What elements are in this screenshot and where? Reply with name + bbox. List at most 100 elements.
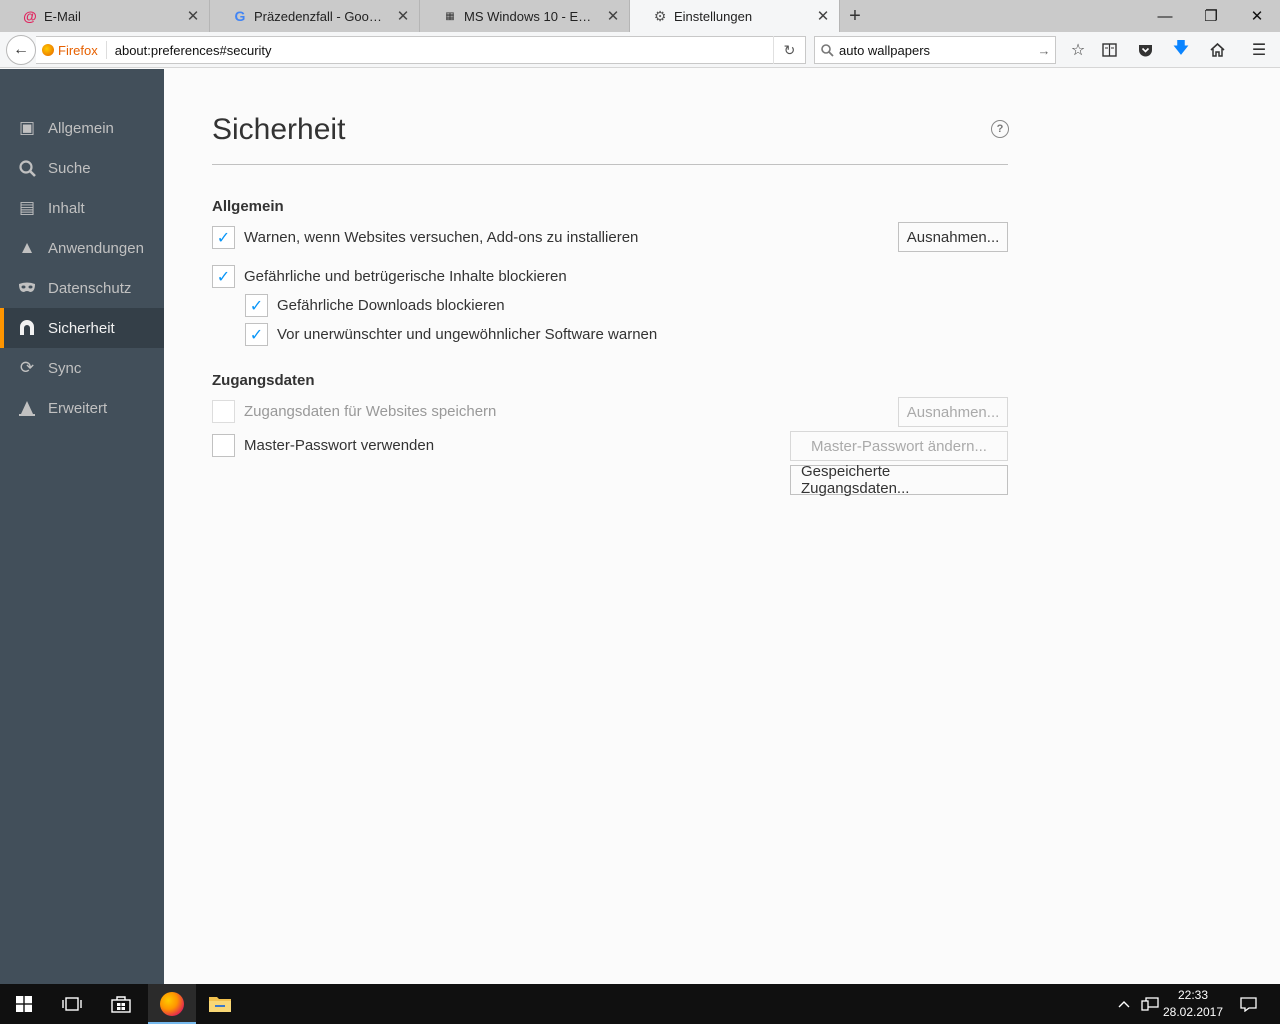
home-icon[interactable] [1205,38,1229,62]
preferences-sidebar: ▣ Allgemein Suche ▤ Inhalt ▲ Anwendungen… [0,69,164,984]
identity-label: Firefox [58,42,98,58]
sync-icon: ⟳ [19,358,35,377]
minimize-icon[interactable]: — [1142,0,1188,32]
logins-exceptions-button[interactable]: Ausnahmen... [898,397,1008,427]
close-icon[interactable]: ✕ [185,8,201,25]
close-icon[interactable]: ✕ [605,8,621,25]
sidebar-item-label: Suche [48,159,91,177]
windows-logo-icon [16,996,32,1012]
security-icon [0,320,48,336]
close-window-icon[interactable]: ✕ [1234,0,1280,32]
menu-icon[interactable]: ☰ [1247,38,1271,62]
sidebar-item-anwendungen[interactable]: ▲ Anwendungen [0,228,164,268]
new-tab-button[interactable]: + [840,0,870,32]
bookmark-star-icon[interactable]: ☆ [1066,38,1090,62]
tab-einstellungen[interactable]: ⚙ Einstellungen ✕ [630,0,840,32]
warn-software-row[interactable]: ✓ Vor unerwünschter und ungewöhnlicher S… [245,323,657,346]
applications-icon: ▲ [18,238,36,257]
tab-label: Präzedenzfall - Google-Su... [254,8,387,24]
search-input[interactable]: auto wallpapers [839,43,1033,58]
google-icon: G [234,8,246,24]
close-icon[interactable]: ✕ [815,8,831,25]
warn-addons-checkbox[interactable]: ✓ [212,226,235,249]
search-bar[interactable]: auto wallpapers → [814,36,1056,64]
url-input[interactable]: about:preferences#security [107,43,773,58]
store-icon [111,996,131,1013]
tab-label: MS Windows 10 - Es geht l... [464,8,597,24]
sidebar-item-label: Sync [48,359,82,377]
navigation-bar: ← Firefox about:preferences#security ↻ a… [0,32,1280,68]
gear-icon: ⚙ [653,7,667,24]
block-downloads-checkbox[interactable]: ✓ [245,294,268,317]
master-password-row[interactable]: Master-Passwort verwenden [212,434,434,457]
section-title-general: Allgemein [212,198,284,215]
sidebar-item-sync[interactable]: ⟳ Sync [0,348,164,388]
download-icon[interactable]: 🡇 [1169,38,1193,62]
advanced-icon [0,400,48,417]
tab-windows10[interactable]: ▦ MS Windows 10 - Es geht l... ✕ [420,0,630,32]
sidebar-item-label: Datenschutz [48,279,132,297]
task-view-button[interactable] [48,984,96,1024]
warn-software-checkbox[interactable]: ✓ [245,323,268,346]
general-icon: ▣ [18,118,36,137]
reading-list-icon[interactable] [1097,38,1121,62]
master-password-checkbox[interactable] [212,434,235,457]
saved-logins-button[interactable]: Gespeicherte Zugangsdaten... [790,463,1008,497]
sidebar-item-allgemein[interactable]: ▣ Allgemein [0,108,164,148]
firefox-icon [160,992,184,1016]
action-center-icon[interactable] [1234,984,1262,1024]
block-dangerous-checkbox[interactable]: ✓ [212,265,235,288]
checkbox-label: Warnen, wenn Websites versuchen, Add-ons… [244,229,639,246]
identity-box[interactable]: Firefox [36,41,107,59]
tab-label: Einstellungen [674,8,753,24]
sidebar-item-label: Allgemein [48,119,114,137]
close-icon[interactable]: ✕ [395,8,411,25]
task-view-icon [62,997,82,1011]
warn-addons-row[interactable]: ✓ Warnen, wenn Websites versuchen, Add-o… [212,226,638,249]
tab-google[interactable]: G Präzedenzfall - Google-Su... ✕ [210,0,420,32]
checkbox-label: Gefährliche Downloads blockieren [277,297,505,314]
sidebar-item-label: Sicherheit [48,319,115,337]
sidebar-item-erweitert[interactable]: Erweitert [0,388,164,428]
sidebar-item-inhalt[interactable]: ▤ Inhalt [0,188,164,228]
pocket-icon[interactable] [1133,38,1157,62]
store-button[interactable] [97,984,145,1024]
start-button[interactable] [0,984,48,1024]
sidebar-item-datenschutz[interactable]: Datenschutz [0,268,164,308]
checkbox-label: Master-Passwort verwenden [244,437,435,454]
sidebar-item-sicherheit[interactable]: Sicherheit [0,308,164,348]
checkbox-label: Zugangsdaten für Websites speichern [244,403,497,420]
arrow-right-icon[interactable]: → [1033,43,1055,58]
sidebar-item-suche[interactable]: Suche [0,148,164,188]
clock-date: 28.02.2017 [1162,1005,1224,1019]
tab-strip: @ E-Mail ✕ G Präzedenzfall - Google-Su..… [0,0,1280,32]
save-logins-checkbox[interactable] [212,400,235,423]
divider [212,164,1008,165]
firefox-taskbar-button[interactable] [148,984,196,1024]
tab-email[interactable]: @ E-Mail ✕ [0,0,210,32]
explorer-taskbar-button[interactable] [196,984,244,1024]
url-bar[interactable]: Firefox about:preferences#security ↻ [36,36,806,64]
change-master-password-button[interactable]: Master-Passwort ändern... [790,431,1008,461]
content-icon: ▤ [18,198,36,217]
privacy-mask-icon [0,282,48,294]
help-icon[interactable]: ? [991,120,1009,138]
section-title-logins: Zugangsdaten [212,372,315,389]
system-clock[interactable]: 22:33 28.02.2017 [1158,987,1228,1021]
block-downloads-row[interactable]: ✓ Gefährliche Downloads blockieren [245,294,505,317]
firefox-icon [42,44,54,56]
back-button[interactable]: ← [6,35,36,65]
tab-label: E-Mail [44,8,81,24]
checkbox-label: Vor unerwünschter und ungewöhnlicher Sof… [277,326,658,343]
sidebar-item-label: Erweitert [48,399,108,417]
site-icon: ▦ [445,10,455,22]
reload-icon[interactable]: ↻ [773,36,805,64]
clock-time: 22:33 [1177,988,1209,1002]
save-logins-row[interactable]: Zugangsdaten für Websites speichern [212,400,496,423]
search-icon [0,159,48,177]
restore-icon[interactable]: ❐ [1188,0,1234,32]
chevron-up-icon[interactable] [1114,984,1134,1024]
preferences-pane: Sicherheit ? Allgemein ✓ Warnen, wenn We… [164,69,1280,984]
addons-exceptions-button[interactable]: Ausnahmen... [898,222,1008,252]
block-dangerous-row[interactable]: ✓ Gefährliche und betrügerische Inhalte … [212,265,567,288]
